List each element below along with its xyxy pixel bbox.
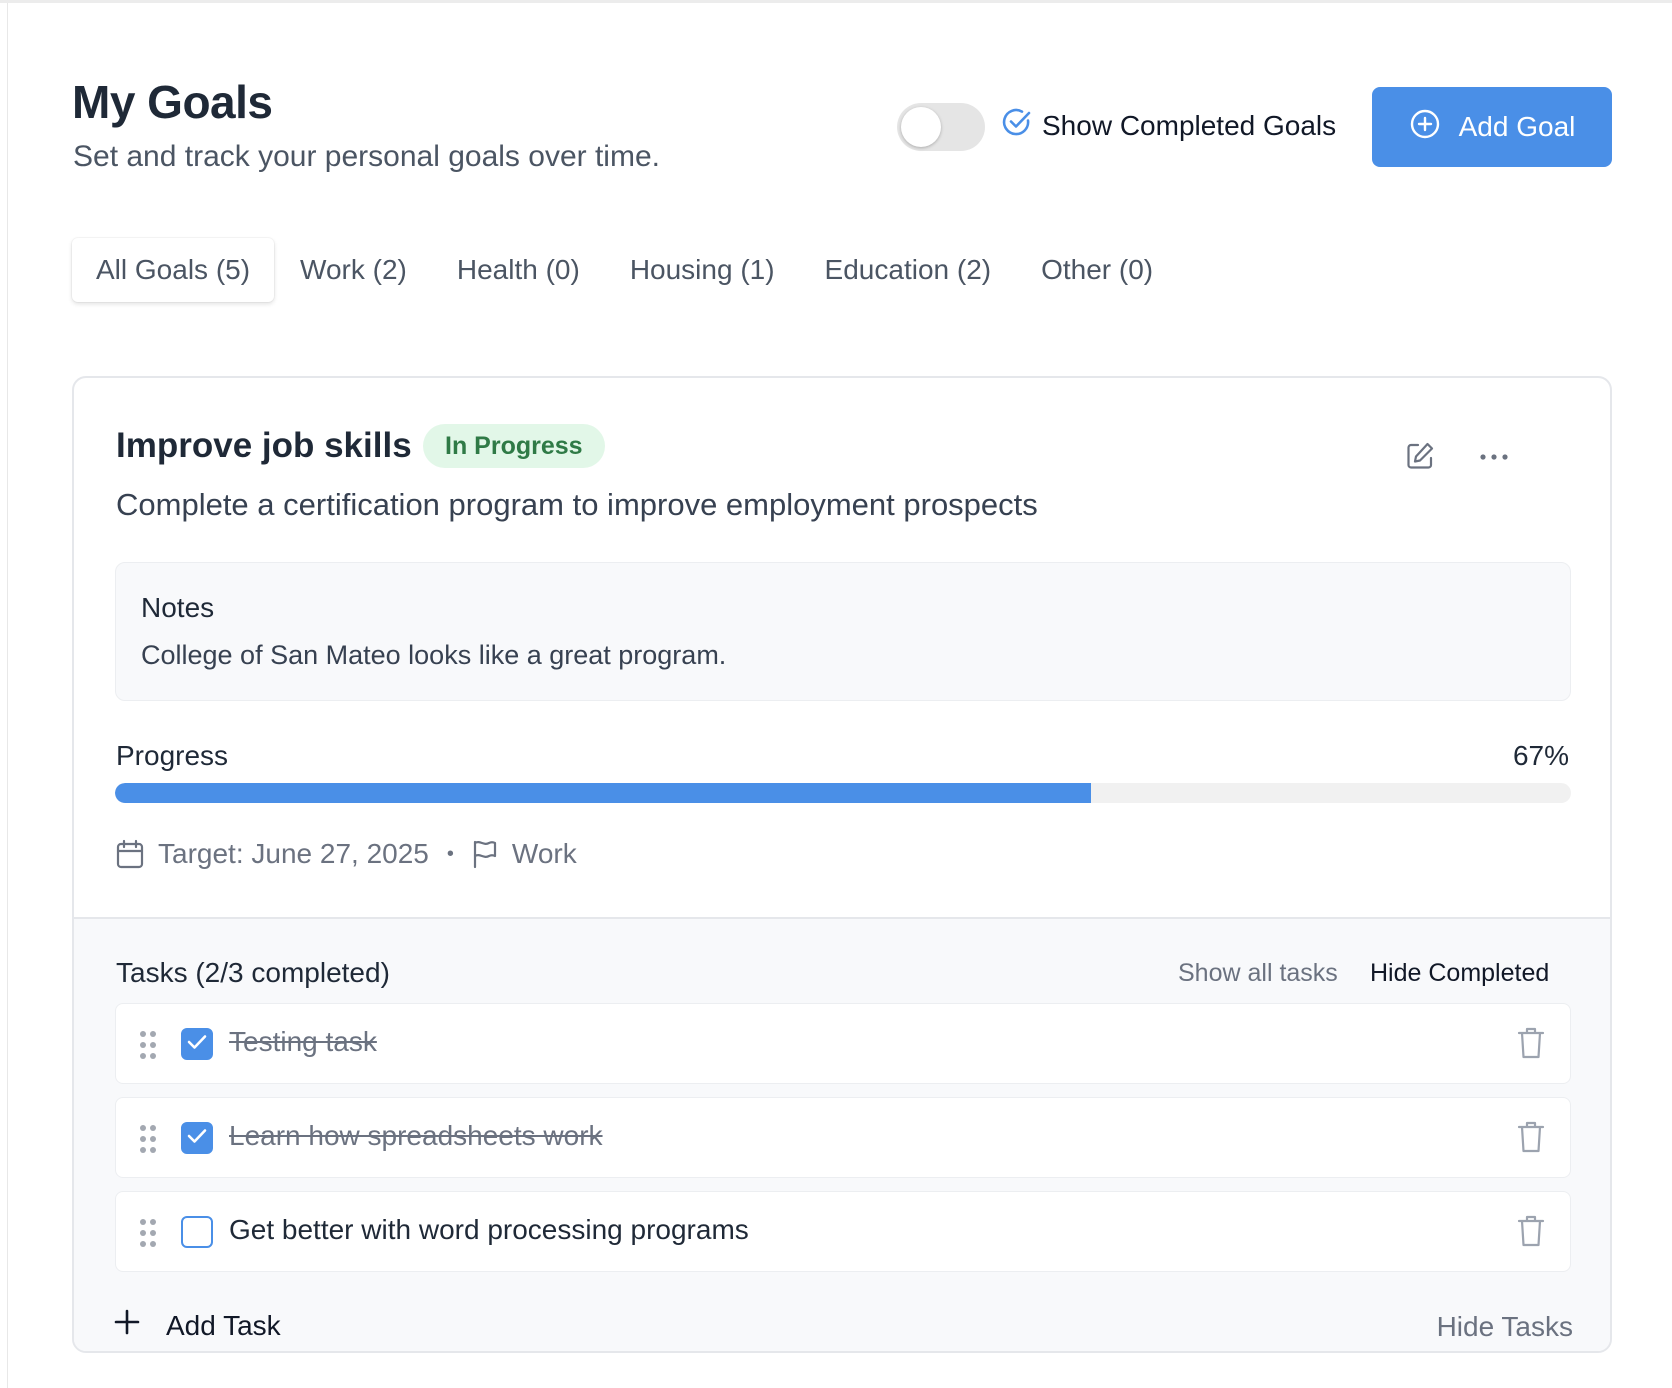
add-goal-button[interactable]: Add Goal <box>1372 87 1612 167</box>
notes-box: Notes College of San Mateo looks like a … <box>115 562 1571 701</box>
task-checkbox[interactable] <box>181 1028 213 1060</box>
progress-value: 67% <box>1512 740 1569 771</box>
tab-work[interactable]: Work (2) <box>276 238 431 302</box>
add-goal-label: Add Goal <box>1458 111 1576 142</box>
tasks-title: Tasks (2/3 completed) <box>116 957 390 988</box>
tab-other[interactable]: Other (0) <box>1017 238 1177 302</box>
add-task-button[interactable]: Add Task <box>114 1309 281 1342</box>
tasks-section: Tasks (2/3 completed) Show all tasks Hid… <box>74 917 1610 1351</box>
flag-icon <box>472 839 498 869</box>
goal-title: Improve job skills <box>116 426 412 465</box>
add-task-label: Add Task <box>166 1309 281 1341</box>
check-icon <box>187 1128 207 1149</box>
check-icon <box>187 1034 207 1055</box>
task-checkbox[interactable] <box>181 1122 213 1154</box>
progress-bar <box>115 783 1571 803</box>
edit-icon <box>1404 440 1436 477</box>
task-text: Get better with word processing programs <box>229 1214 749 1245</box>
target-date: Target: June 27, 2025 <box>158 838 429 869</box>
page-subtitle: Set and track your personal goals over t… <box>73 140 660 173</box>
task-row: Learn how spreadsheets work <box>115 1097 1571 1178</box>
task-row: Get better with word processing programs <box>115 1191 1571 1272</box>
left-divider <box>7 3 8 1388</box>
hide-completed-button[interactable]: Hide Completed <box>1370 959 1549 988</box>
page: My Goals Set and track your personal goa… <box>0 0 1672 1388</box>
show-completed-toggle[interactable] <box>897 103 985 151</box>
page-title: My Goals <box>72 76 273 128</box>
goal-category: Work <box>511 838 577 869</box>
more-horizontal-icon <box>1479 449 1509 467</box>
goal-meta: Target: June 27, 2025 • Work <box>116 838 577 870</box>
goal-card: Improve job skills In Progress Complete … <box>72 376 1612 1353</box>
notes-text: College of San Mateo looks like a great … <box>141 640 727 670</box>
drag-handle-icon[interactable] <box>140 1219 156 1247</box>
task-checkbox[interactable] <box>181 1216 213 1248</box>
notes-label: Notes <box>141 592 215 623</box>
tab-health[interactable]: Health (0) <box>433 238 604 302</box>
task-text: Learn how spreadsheets work <box>229 1120 603 1151</box>
calendar-icon <box>116 839 144 869</box>
hide-tasks-button[interactable]: Hide Tasks <box>1437 1311 1573 1343</box>
show-all-tasks-button[interactable]: Show all tasks <box>1178 959 1338 988</box>
tab-all-goals[interactable]: All Goals (5) <box>72 238 275 302</box>
progress-label: Progress <box>116 740 229 771</box>
drag-handle-icon[interactable] <box>140 1125 156 1153</box>
task-row: Testing task <box>115 1003 1571 1084</box>
edit-goal-button[interactable] <box>1400 438 1440 478</box>
check-circle-icon <box>1002 107 1032 144</box>
plus-icon <box>114 1309 140 1342</box>
progress-bar-fill <box>115 783 1091 803</box>
plus-circle-icon <box>1409 108 1441 147</box>
show-completed-goals[interactable]: Show Completed Goals <box>1002 107 1336 144</box>
tab-education[interactable]: Education (2) <box>801 238 1016 302</box>
category-tabs: All Goals (5) Work (2) Health (0) Housin… <box>72 238 1179 302</box>
show-completed-label: Show Completed Goals <box>1042 109 1337 141</box>
goal-description: Complete a certification program to impr… <box>116 487 1038 522</box>
trash-icon[interactable] <box>1516 1213 1546 1249</box>
drag-handle-icon[interactable] <box>140 1031 156 1059</box>
status-badge: In Progress <box>423 424 605 468</box>
more-options-button[interactable] <box>1474 438 1514 478</box>
trash-icon[interactable] <box>1516 1025 1546 1061</box>
toggle-knob <box>901 107 941 147</box>
tab-housing[interactable]: Housing (1) <box>606 238 799 302</box>
trash-icon[interactable] <box>1516 1119 1546 1155</box>
task-text: Testing task <box>229 1026 377 1057</box>
meta-separator: • <box>446 842 454 865</box>
